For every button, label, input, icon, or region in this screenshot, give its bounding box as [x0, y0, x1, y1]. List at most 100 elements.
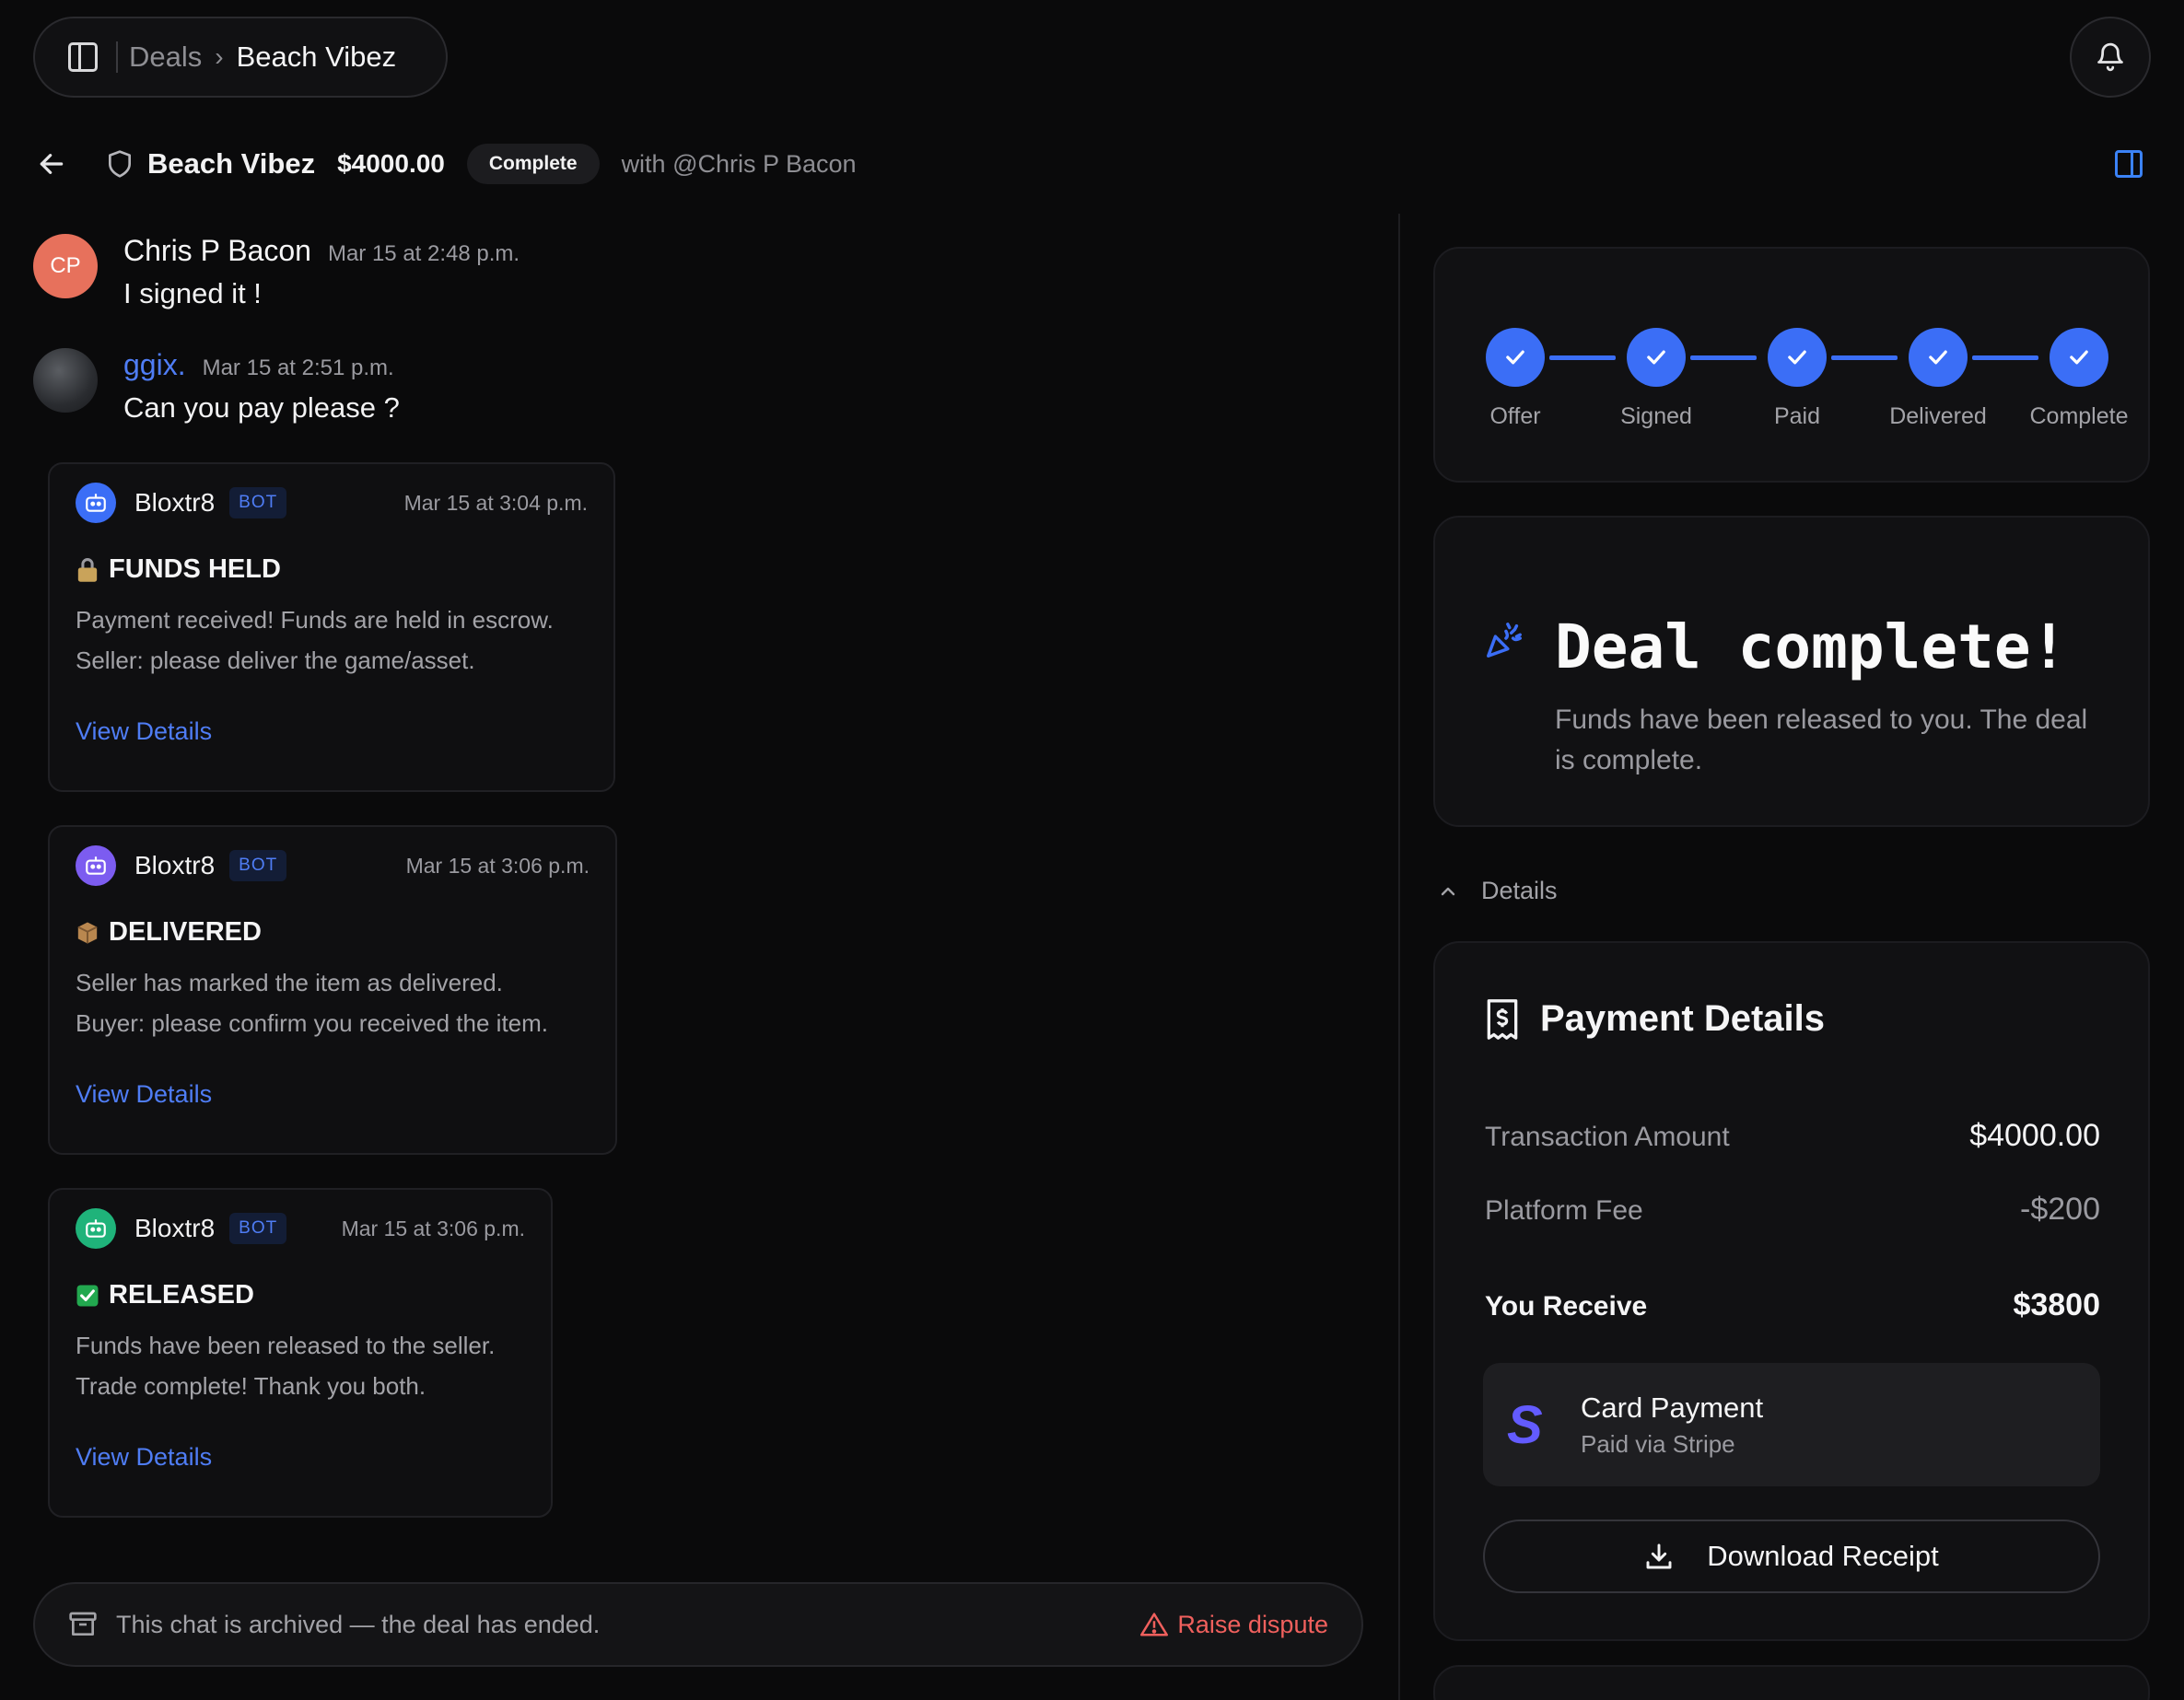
check-icon	[2070, 350, 2088, 365]
breadcrumb-current: Beach Vibez	[236, 41, 397, 73]
bot-card-text: Trade complete! Thank you both.	[76, 1372, 426, 1400]
bot-message-card: Bloxtr8 BOT Mar 15 at 3:04 p.m. FUNDS HE…	[48, 462, 615, 792]
chat-message: ggix. Mar 15 at 2:51 p.m. Can you pay pl…	[33, 348, 400, 425]
bot-card-text: Funds have been released to the seller.	[76, 1332, 496, 1359]
receipt-icon	[1487, 998, 1518, 1040]
bot-badge: BOT	[229, 1213, 287, 1244]
bot-card-text: Seller has marked the item as delivered.	[76, 969, 503, 996]
progress-stepper: Offer Signed Paid Delivered Complete	[1433, 247, 2150, 483]
view-details-link[interactable]: View Details	[76, 1443, 525, 1472]
payment-row-label: Platform Fee	[1485, 1195, 1643, 1226]
chat-message: CP Chris P Bacon Mar 15 at 2:48 p.m. I s…	[33, 234, 520, 310]
package-emoji-icon	[77, 922, 98, 943]
chevron-right-icon: ›	[215, 42, 224, 71]
download-icon	[1646, 1543, 1672, 1569]
breadcrumb-separator	[116, 41, 118, 73]
payment-method-title: Card Payment	[1581, 1391, 1764, 1424]
shield-icon	[109, 150, 132, 178]
right-panel-toggle-icon[interactable]	[2115, 150, 2143, 178]
deal-complete-card: Deal complete! Funds have been released …	[1433, 516, 2150, 827]
message-author: Chris P Bacon	[123, 234, 311, 267]
stripe-logo-icon: S	[1507, 1394, 1543, 1455]
archived-text: This chat is archived — the deal has end…	[116, 1610, 601, 1638]
payment-method-subtitle: Paid via Stripe	[1581, 1429, 1735, 1458]
raise-dispute-button[interactable]: Raise dispute	[1140, 1611, 1328, 1639]
message-author[interactable]: ggix.	[123, 348, 186, 382]
deal-complete-subtitle: Funds have been released to you. The dea…	[1555, 704, 2088, 775]
payment-row-label: Transaction Amount	[1485, 1122, 1730, 1152]
bot-card-text: Buyer: please confirm you received the i…	[76, 1009, 549, 1037]
payment-row-value: $4000.00	[1969, 1118, 2100, 1153]
message-timestamp: Mar 15 at 3:04 p.m.	[403, 490, 588, 515]
bot-badge: BOT	[229, 850, 287, 881]
view-details-link[interactable]: View Details	[76, 717, 588, 746]
bot-avatar	[76, 483, 116, 523]
download-receipt-button[interactable]: Download Receipt	[1483, 1520, 2100, 1593]
download-receipt-label: Download Receipt	[1707, 1540, 1939, 1572]
breadcrumb-bar: Deals › Beach Vibez	[33, 17, 448, 98]
payment-row-label: You Receive	[1485, 1291, 1648, 1322]
bot-avatar	[76, 845, 116, 886]
step-label: Complete	[2029, 403, 2129, 429]
step-complete-indicator	[1909, 328, 1968, 387]
step-label: Offer	[1489, 403, 1541, 429]
message-text: I signed it !	[123, 277, 262, 309]
counterparty-label: with @Chris P Bacon	[621, 149, 857, 178]
bell-icon	[2097, 42, 2123, 72]
lock-emoji-icon	[77, 557, 98, 582]
bot-card-title: DELIVERED	[109, 917, 262, 947]
column-divider	[1398, 214, 1400, 1700]
view-details-link[interactable]: View Details	[76, 1080, 590, 1109]
step-delivered: Delivered	[1874, 328, 2003, 430]
check-icon	[1647, 350, 1665, 365]
deal-header: Beach Vibez $4000.00 Complete with @Chri…	[37, 136, 857, 192]
step-label: Delivered	[1889, 403, 1987, 429]
back-arrow-icon[interactable]	[37, 149, 66, 179]
deal-title: Beach Vibez	[147, 147, 316, 180]
message-timestamp: Mar 15 at 2:48 p.m.	[327, 241, 520, 266]
payment-row-value: $3800	[2013, 1287, 2100, 1322]
bot-message-card: Bloxtr8 BOT Mar 15 at 3:06 p.m. DELIVERE…	[48, 825, 617, 1155]
sidebar-toggle-icon[interactable]	[68, 42, 98, 72]
payment-row-value: -$200	[2020, 1192, 2100, 1227]
bot-name: Bloxtr8	[134, 1214, 216, 1242]
check-icon	[1506, 350, 1524, 365]
status-badge: Complete	[466, 144, 600, 184]
chevron-up-icon	[1441, 887, 1455, 895]
check-emoji-icon	[76, 1285, 99, 1306]
avatar: CP	[33, 234, 98, 298]
message-timestamp: Mar 15 at 2:51 p.m.	[202, 355, 394, 380]
step-complete-indicator	[1627, 328, 1686, 387]
message-timestamp: Mar 15 at 3:06 p.m.	[341, 1216, 525, 1240]
breadcrumb-deals-link[interactable]: Deals	[129, 41, 202, 74]
check-icon	[1929, 350, 1947, 365]
details-collapse-toggle[interactable]: Details	[1437, 877, 1558, 905]
payment-details-card: Payment Details Transaction Amount $4000…	[1433, 941, 2150, 1641]
payment-row: Platform Fee -$200	[1485, 1192, 2100, 1228]
bot-name: Bloxtr8	[134, 488, 216, 517]
step-paid: Paid	[1751, 328, 1843, 430]
step-offer: Offer	[1478, 328, 1552, 430]
avatar	[33, 348, 98, 413]
message-timestamp: Mar 15 at 3:06 p.m.	[405, 853, 590, 878]
details-toggle-label: Details	[1481, 877, 1558, 904]
raise-dispute-label: Raise dispute	[1177, 1610, 1328, 1638]
step-label: Signed	[1620, 403, 1692, 429]
step-signed: Signed	[1601, 328, 1711, 430]
bot-card-text: Seller: please deliver the game/asset.	[76, 646, 475, 674]
notifications-button[interactable]	[2070, 17, 2151, 98]
payment-row: You Receive $3800	[1485, 1287, 2100, 1323]
bot-card-title: RELEASED	[109, 1280, 254, 1310]
payment-details-title: Payment Details	[1540, 998, 1826, 1039]
robot-icon	[86, 494, 106, 512]
next-card-peek	[1433, 1665, 2150, 1700]
robot-icon	[86, 856, 106, 875]
deal-amount: $4000.00	[337, 149, 445, 178]
party-popper-icon	[1487, 623, 1522, 658]
message-text: Can you pay please ?	[123, 391, 400, 424]
bot-message-card: Bloxtr8 BOT Mar 15 at 3:06 p.m. RELEASED…	[48, 1188, 553, 1518]
robot-icon	[86, 1219, 106, 1238]
step-label: Paid	[1773, 403, 1821, 429]
step-complete-indicator	[2050, 328, 2108, 387]
deal-complete-title: Deal complete!	[1555, 611, 2068, 682]
